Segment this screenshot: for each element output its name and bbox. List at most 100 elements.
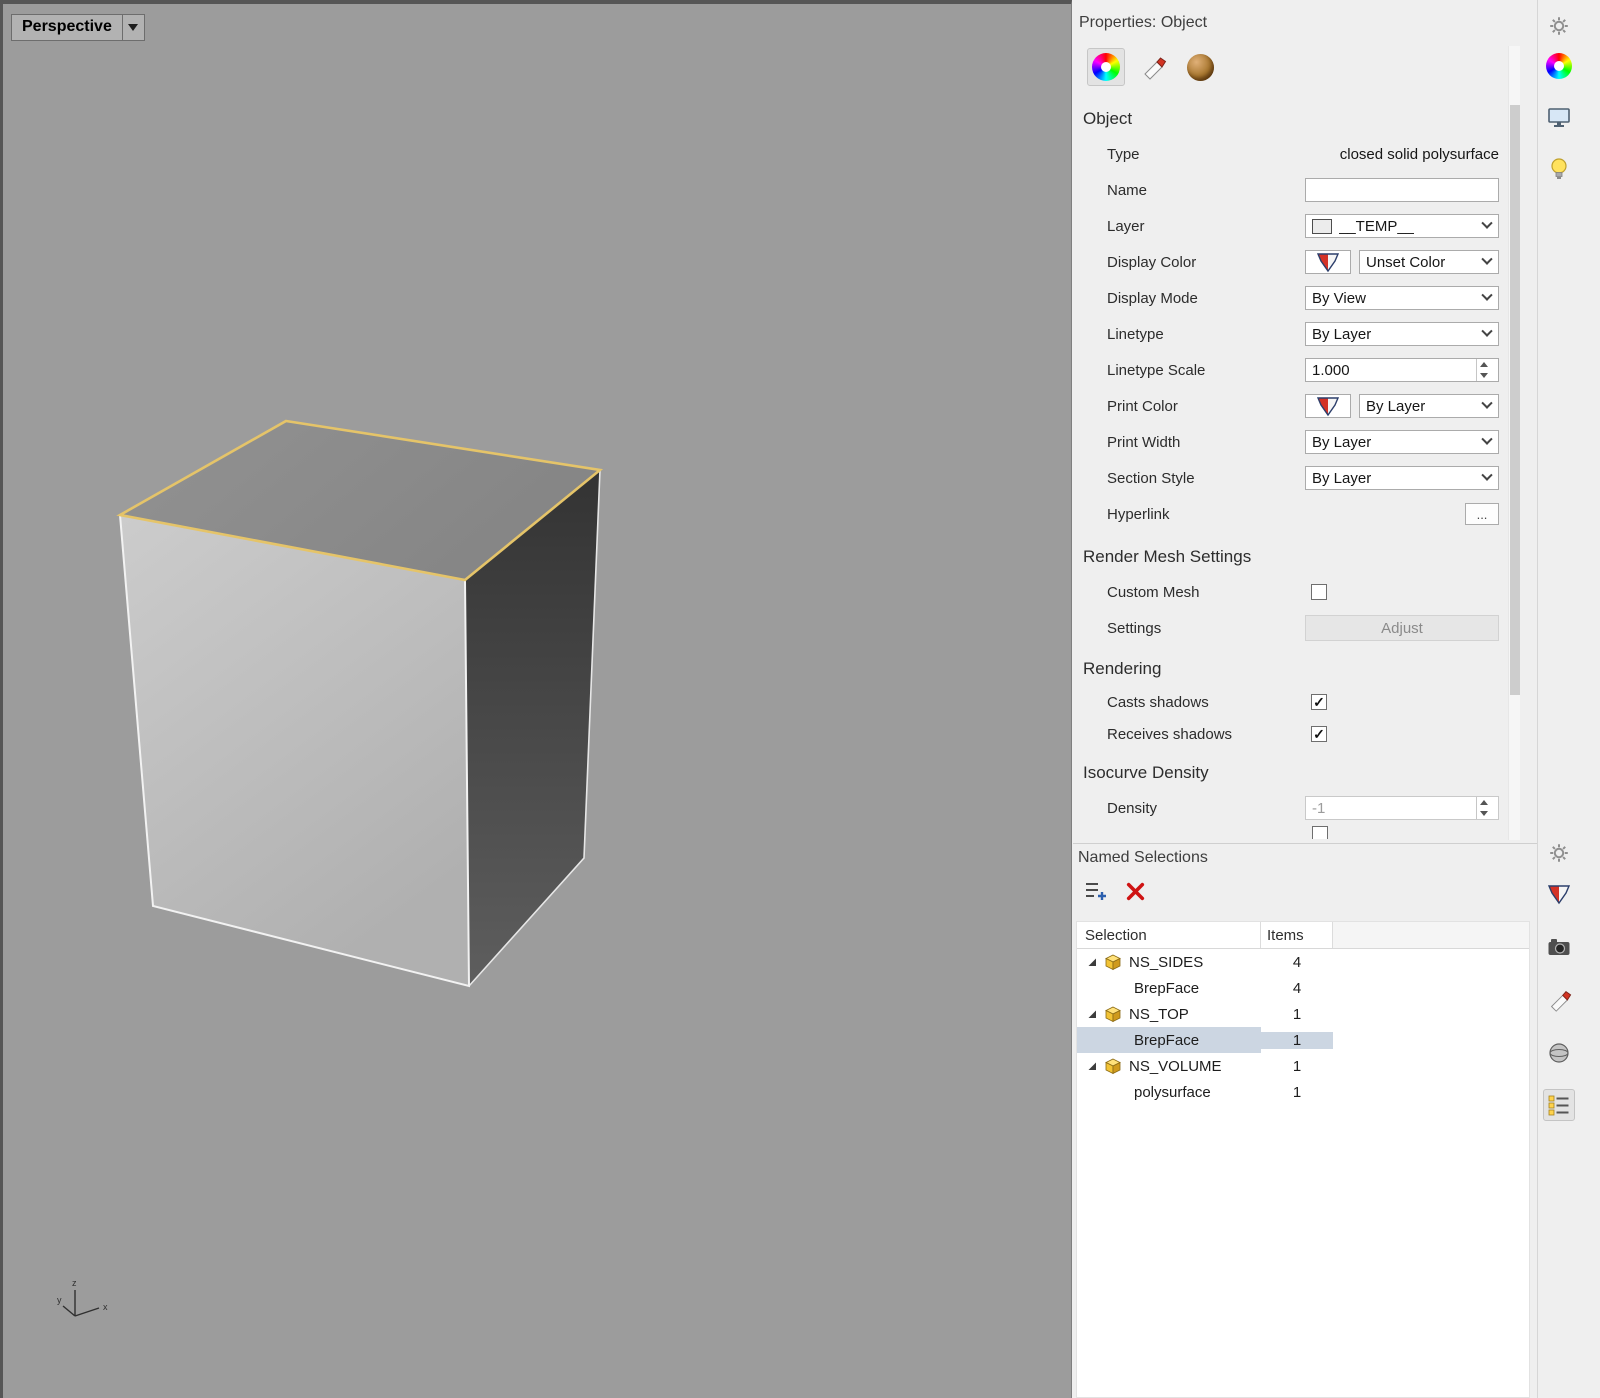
gear-icon [1549,843,1569,863]
color-wheel-icon [1092,53,1120,81]
named-selection-group-row[interactable]: NS_SIDES 4 [1077,949,1529,975]
object-section-heading: Object [1083,109,1133,128]
name-label: Name [1107,181,1148,199]
monitor-icon [1547,106,1571,128]
spinner-down-button[interactable] [1477,370,1491,381]
receives-shadows-label: Receives shadows [1107,725,1233,743]
properties-panel-options-button[interactable] [1543,10,1575,42]
linetype-value: By Layer [1312,325,1372,343]
chevron-down-icon [1481,325,1493,337]
linetype-scale-row: Linetype Scale 1.000 [1073,352,1537,388]
selection-name: polysurface [1134,1083,1211,1101]
clipped-next-row [1073,826,1537,839]
display-color-dropdown[interactable]: Unset Color [1359,250,1499,274]
display-mode-row: Display Mode By View [1073,280,1537,316]
receives-shadows-checkbox[interactable] [1311,726,1327,742]
expand-arrow-icon[interactable] [1087,957,1097,967]
section-style-value: By Layer [1312,469,1372,487]
selection-items-count: 4 [1292,979,1302,997]
named-selection-member-row[interactable]: polysurface 1 [1077,1079,1529,1105]
expand-arrow-icon[interactable] [1087,1009,1097,1019]
linetype-dropdown[interactable]: By Layer [1305,322,1499,346]
items-column-header[interactable]: Items [1261,922,1333,948]
strip-tab-named-selections[interactable] [1543,1089,1575,1121]
layer-value: __TEMP__ [1339,217,1415,235]
panel-tab-strip [1537,0,1600,1398]
named-selections-options-button[interactable] [1543,837,1575,869]
linetype-scale-input[interactable]: 1.000 [1305,358,1499,382]
linetype-scale-spinner[interactable] [1476,359,1491,381]
named-selection-member-row[interactable]: BrepFace 4 [1077,975,1529,1001]
layer-row: Layer __TEMP__ [1073,208,1537,244]
linetype-row: Linetype By Layer [1073,316,1537,352]
rendering-section-heading: Rendering [1083,659,1162,678]
print-width-label: Print Width [1107,433,1181,451]
axis-z-label: z [72,1278,77,1288]
delete-named-selection-button[interactable] [1122,878,1148,904]
section-style-dropdown[interactable]: By Layer [1305,466,1499,490]
chevron-down-icon [1481,217,1493,229]
selected-box-geometry[interactable] [3,4,683,1054]
hyperlink-browse-button[interactable]: ... [1465,503,1499,525]
print-color-dropdown[interactable]: By Layer [1359,394,1499,418]
print-width-dropdown[interactable]: By Layer [1305,430,1499,454]
spinner-up-button[interactable] [1477,359,1491,370]
display-mode-value: By View [1312,289,1366,307]
named-selection-group-row[interactable]: NS_TOP 1 [1077,1001,1529,1027]
strip-tab-materials[interactable] [1543,984,1575,1016]
receives-shadows-row: Receives shadows [1073,718,1537,750]
box-front-face[interactable] [120,515,469,986]
hyperlink-label: Hyperlink [1107,505,1170,523]
strip-tab-named-views[interactable] [1543,931,1575,963]
strip-tab-layers[interactable] [1543,878,1575,910]
custom-mesh-checkbox[interactable] [1311,584,1327,600]
lightbulb-icon [1548,157,1570,181]
print-width-row: Print Width By Layer [1073,424,1537,460]
print-color-swatch-button[interactable] [1305,394,1351,418]
viewport-title[interactable]: Perspective [11,14,123,41]
selection-set-cube-icon [1104,1057,1122,1075]
spinner-down-icon [1480,811,1488,816]
spinner-down-button[interactable] [1477,808,1491,819]
density-input[interactable]: -1 [1305,796,1499,820]
named-selections-toolbar [1083,878,1148,904]
strip-tab-properties[interactable] [1543,50,1575,82]
selection-items-count: 1 [1261,1031,1333,1049]
axis-y-label: y [57,1295,62,1305]
adjust-button[interactable]: Adjust [1305,615,1499,641]
camera-icon [1547,937,1571,957]
selection-column-header[interactable]: Selection [1077,922,1261,948]
scrollbar-thumb[interactable] [1510,105,1520,695]
strip-tab-rendering[interactable] [1543,1037,1575,1069]
perspective-viewport[interactable]: Perspective z x y [0,0,1072,1398]
density-spinner[interactable] [1476,797,1491,819]
layer-dropdown[interactable]: __TEMP__ [1305,214,1499,238]
add-named-selection-button[interactable] [1083,878,1109,904]
chevron-down-icon [1481,469,1493,481]
properties-scrollbar[interactable] [1508,46,1520,840]
spinner-down-icon [1480,373,1488,378]
expand-arrow-icon[interactable] [1087,1061,1097,1071]
strip-tab-display[interactable] [1543,101,1575,133]
name-input[interactable] [1305,178,1499,202]
material-properties-tab[interactable] [1134,48,1172,86]
print-color-value: By Layer [1366,397,1426,415]
display-color-swatch-button[interactable] [1305,250,1351,274]
casts-shadows-checkbox[interactable] [1311,694,1327,710]
named-selection-member-row-selected[interactable]: BrepFace 1 [1077,1027,1529,1053]
selection-items-count: 4 [1292,953,1302,971]
density-label: Density [1107,799,1158,817]
strip-tab-lighting[interactable] [1543,153,1575,185]
viewport-menu-button[interactable] [122,14,145,41]
linetype-scale-value: 1.000 [1312,361,1350,379]
selection-items-count: 1 [1292,1005,1302,1023]
spinner-up-button[interactable] [1477,797,1491,808]
display-color-label: Display Color [1107,253,1197,271]
density-row: Density -1 [1073,790,1537,826]
texture-mapping-tab[interactable] [1181,48,1219,86]
paint-tube-icon [1139,53,1167,81]
section-style-label: Section Style [1107,469,1195,487]
display-mode-dropdown[interactable]: By View [1305,286,1499,310]
named-selection-group-row[interactable]: NS_VOLUME 1 [1077,1053,1529,1079]
object-properties-tab[interactable] [1087,48,1125,86]
